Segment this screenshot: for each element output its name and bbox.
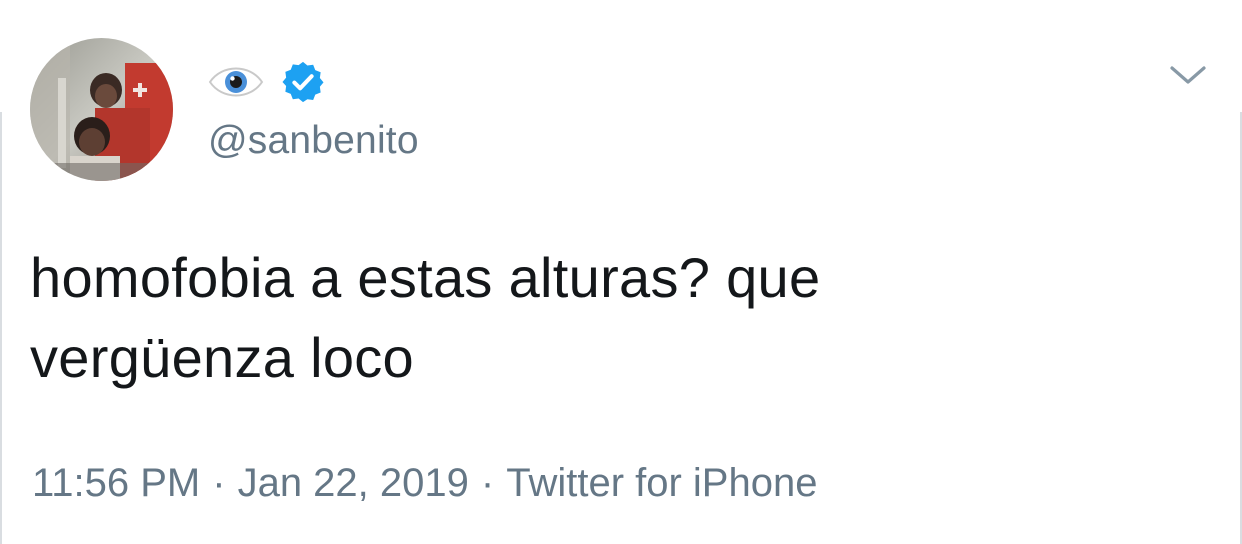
chevron-down-icon[interactable] <box>1168 60 1208 90</box>
tweet-text: homofobia a estas alturas? que vergüenza… <box>30 246 821 389</box>
meta-separator: · <box>212 461 226 505</box>
author-name-row <box>208 54 326 110</box>
tweet-card: @sanbenito homofobia a estas alturas? qu… <box>0 0 1242 544</box>
tweet-date[interactable]: Jan 22, 2019 <box>238 457 469 509</box>
author-handle[interactable]: @sanbenito <box>208 116 419 166</box>
verified-badge-icon <box>280 59 326 105</box>
tweet-metadata: 11:56 PM · Jan 22, 2019 · Twitter for iP… <box>32 457 817 509</box>
eye-icon <box>208 66 264 98</box>
tweet-source[interactable]: Twitter for iPhone <box>506 457 817 509</box>
avatar[interactable] <box>30 38 173 181</box>
tweet-time[interactable]: 11:56 PM <box>32 457 200 509</box>
card-border-left <box>0 112 2 544</box>
meta-separator: · <box>480 461 495 505</box>
